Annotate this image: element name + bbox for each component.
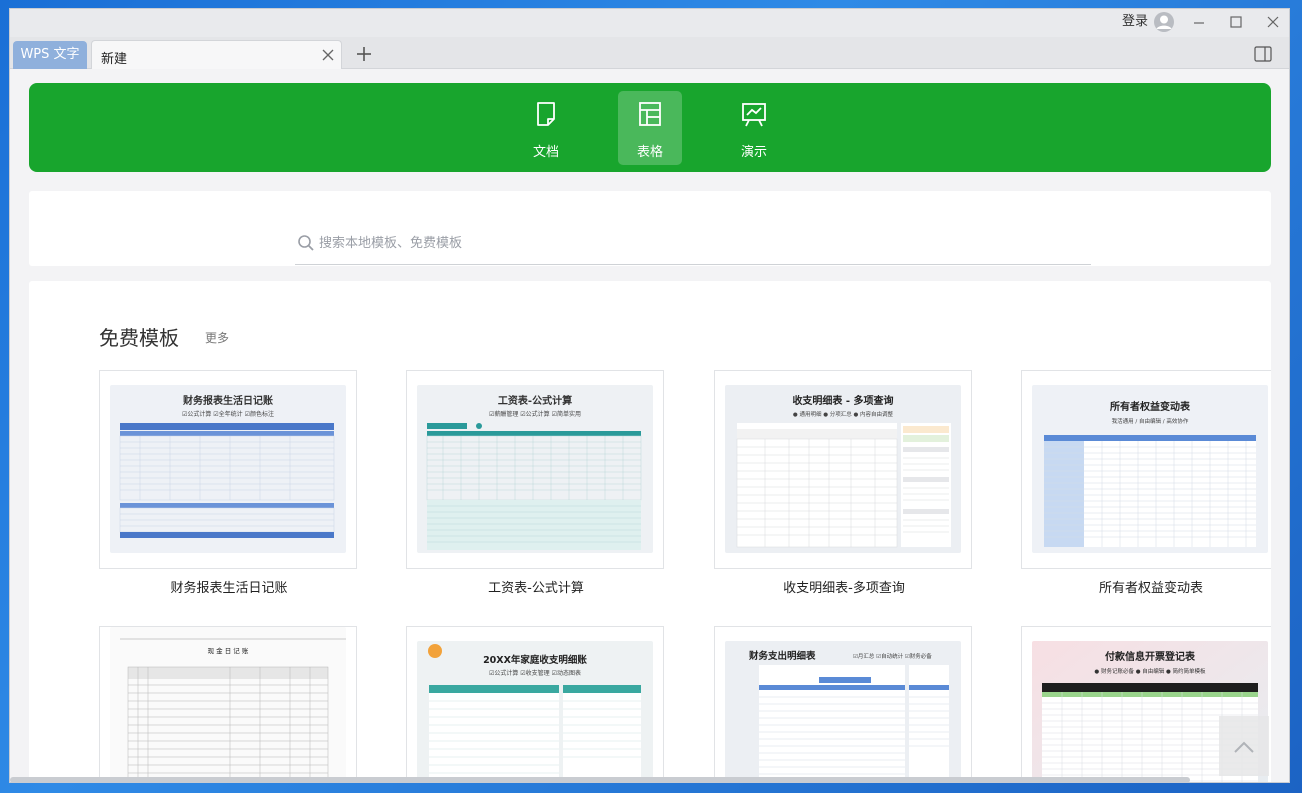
category-table-label: 表格 (636, 145, 663, 160)
thumb-subtitle: ☑公式计算 ☑全年统计 ☑颜色标注 (182, 410, 274, 418)
thumb-subtitle: ● 通用明细 ● 分项汇总 ● 内容自由调整 (793, 410, 894, 418)
search-panel (29, 191, 1271, 266)
thumb-title: 20XX年家庭收支明细账 (483, 654, 587, 666)
template-card-4[interactable]: 所有者权益变动表 我活通用 / 自由编辑 / 高效协作 所有者权益变动表 (1021, 370, 1271, 596)
new-document-page: 文档 表格 演示 搜索本地模板、免费模板 免费模板 更多 财务报表生活日记账 ☑… (10, 70, 1289, 782)
app-window: 登录 WPS 文字 新建 文档 表格 演示 搜索本地模板、免费模板 免费模板 更… (9, 8, 1290, 783)
presentation-icon (742, 103, 766, 127)
template-caption: 工资表-公式计算 (488, 581, 584, 596)
search-icon (298, 235, 314, 251)
category-document[interactable]: 文档 (514, 91, 578, 165)
thumb-subtitle: ☑薪酬管理 ☑公式计算 ☑简单实用 (489, 410, 581, 418)
maximize-icon[interactable] (1228, 14, 1244, 30)
category-bar: 文档 表格 演示 (29, 83, 1271, 172)
template-caption: 财务报表生活日记账 (170, 581, 288, 596)
table-icon (639, 102, 661, 126)
search-underline (295, 264, 1091, 265)
template-caption: 收支明细表-多项查询 (783, 581, 905, 596)
close-tab-icon[interactable] (319, 46, 337, 64)
template-thumbnail: 20XX年家庭收支明细账 ☑公式计算 ☑收支管理 ☑动态图表 (417, 641, 653, 782)
search-input[interactable] (319, 231, 1079, 255)
tab-wps-writer[interactable]: WPS 文字 (13, 41, 87, 69)
title-bar: 登录 (10, 9, 1289, 37)
thumb-title: 财务报表生活日记账 (182, 394, 273, 407)
category-document-label: 文档 (532, 145, 559, 160)
user-avatar-icon[interactable] (1153, 11, 1175, 33)
login-link[interactable]: 登录 (1122, 13, 1148, 31)
template-thumbnail: 现 金 日 记 账 (110, 627, 346, 782)
template-card-3[interactable]: 收支明细表 - 多项查询 ● 通用明细 ● 分项汇总 ● 内容自由调整 收支明细… (714, 370, 972, 596)
more-link[interactable]: 更多 (205, 329, 229, 346)
category-presentation-label: 演示 (740, 145, 767, 160)
tab-new-label: 新建 (101, 52, 128, 67)
thumb-title: 现 金 日 记 账 (208, 646, 249, 655)
template-card-1[interactable]: 财务报表生活日记账 ☑公式计算 ☑全年统计 ☑颜色标注 财务报表生活日记账 (99, 370, 357, 596)
template-card-5[interactable]: 现 金 日 记 账 (99, 626, 357, 782)
chevron-up-icon (1234, 741, 1254, 753)
thumb-subtitle: ☑公式计算 ☑收支管理 ☑动态图表 (489, 669, 581, 677)
thumb-subtitle: ● 财务记账必备 ● 自由编辑 ● 简约简单模板 (1094, 667, 1206, 675)
horizontal-scrollbar[interactable] (10, 777, 1190, 782)
thumb-title: 工资表-公式计算 (498, 394, 572, 407)
template-card-6[interactable]: 20XX年家庭收支明细账 ☑公式计算 ☑收支管理 ☑动态图表 (406, 626, 664, 782)
template-thumbnail: 所有者权益变动表 我活通用 / 自由编辑 / 高效协作 (1032, 385, 1268, 553)
template-caption: 所有者权益变动表 (1098, 581, 1203, 596)
back-to-top-button[interactable] (1219, 716, 1269, 776)
template-thumbnail: 财务报表生活日记账 ☑公式计算 ☑全年统计 ☑颜色标注 (110, 385, 346, 553)
thumb-title: 收支明细表 - 多项查询 (792, 394, 893, 407)
tab-bar: WPS 文字 新建 (10, 37, 1289, 69)
template-thumbnail: 工资表-公式计算 ☑薪酬管理 ☑公式计算 ☑简单实用 (417, 385, 653, 553)
document-icon (537, 102, 555, 126)
thumb-subtitle: ☑月汇总 ☑自动统计 ☑财务必备 (853, 652, 932, 660)
template-thumbnail: 财务支出明细表 ☑月汇总 ☑自动统计 ☑财务必备 (725, 641, 961, 782)
tab-new[interactable]: 新建 (91, 40, 342, 69)
sidebar-toggle-icon[interactable] (1254, 46, 1272, 62)
thumb-title: 付款信息开票登记表 (1105, 650, 1196, 663)
templates-panel: 免费模板 更多 财务报表生活日记账 ☑公式计算 ☑全年统计 ☑颜色标注 财务报表… (29, 281, 1271, 782)
category-table[interactable]: 表格 (618, 91, 682, 165)
section-title: 免费模板 (99, 326, 179, 350)
close-window-icon[interactable] (1265, 14, 1281, 30)
thumb-title: 所有者权益变动表 (1110, 400, 1191, 413)
category-presentation[interactable]: 演示 (722, 91, 786, 165)
thumb-title: 财务支出明细表 (748, 650, 816, 662)
minimize-icon[interactable] (1191, 14, 1207, 30)
template-card-2[interactable]: 工资表-公式计算 ☑薪酬管理 ☑公式计算 ☑简单实用 工资表-公式计算 (406, 370, 664, 596)
thumb-subtitle: 我活通用 / 自由编辑 / 高效协作 (1112, 417, 1189, 425)
template-card-7[interactable]: 财务支出明细表 ☑月汇总 ☑自动统计 ☑财务必备 (714, 626, 972, 782)
template-thumbnail: 收支明细表 - 多项查询 ● 通用明细 ● 分项汇总 ● 内容自由调整 (725, 385, 961, 553)
add-tab-icon[interactable] (353, 43, 375, 65)
